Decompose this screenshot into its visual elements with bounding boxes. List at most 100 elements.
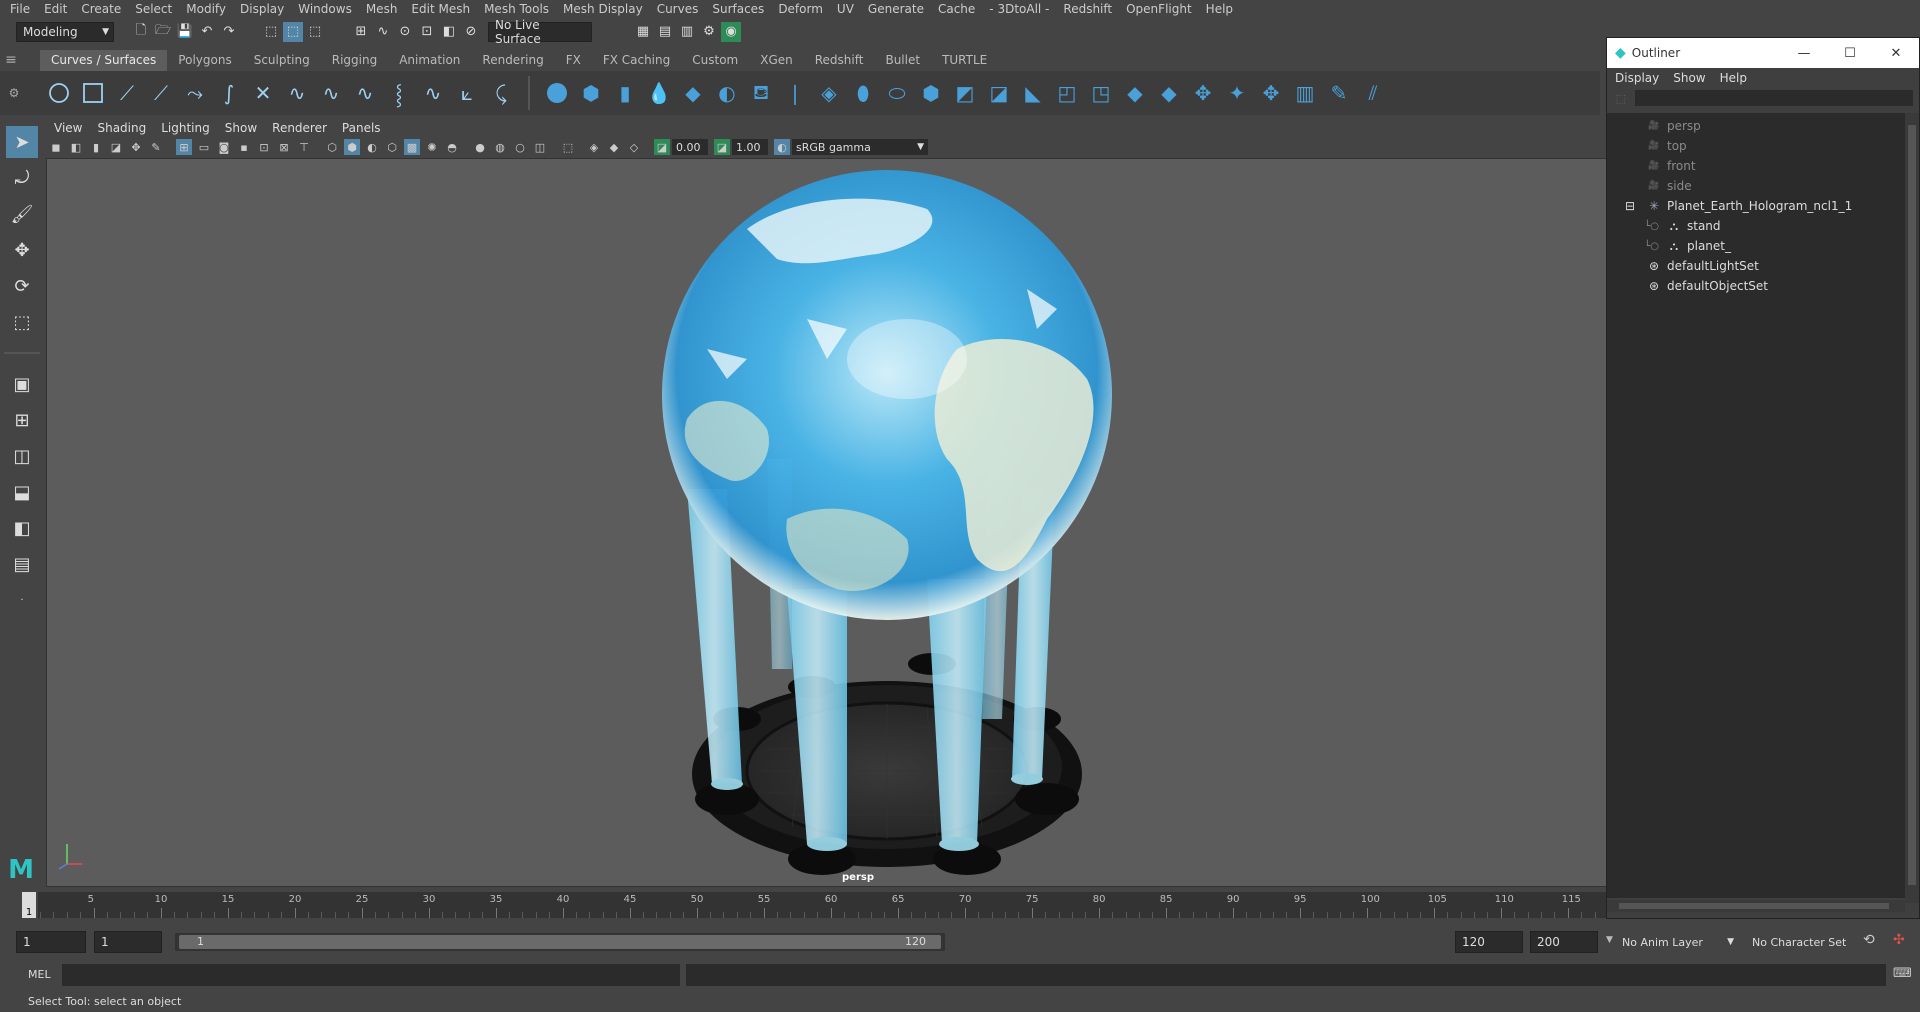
cv-curve-icon[interactable]: ⟋: [113, 79, 141, 107]
animation-end-field[interactable]: 200: [1530, 931, 1598, 953]
outliner-hscrollbar[interactable]: [1607, 900, 1905, 912]
menu-modify[interactable]: Modify: [186, 2, 226, 16]
command-input[interactable]: [62, 964, 680, 986]
scale-tool-icon[interactable]: ⬚: [6, 306, 38, 338]
boundary-icon[interactable]: ◩: [951, 79, 979, 107]
undo-icon[interactable]: ↶: [197, 22, 217, 42]
persp-graph-layout-icon[interactable]: ⬓: [6, 476, 38, 508]
fillet-icon[interactable]: ⫽: [1359, 79, 1387, 107]
shelf-tab-fx[interactable]: FX: [555, 50, 592, 71]
shelf-menu-icon[interactable]: ≡: [0, 52, 22, 71]
move-tool-icon[interactable]: ✥: [6, 234, 38, 266]
screen-space-ao-icon[interactable]: ●: [472, 139, 488, 155]
camera-attrs-icon[interactable]: ◧: [68, 139, 84, 155]
offset-curve-icon[interactable]: ∿: [419, 79, 447, 107]
shelf-tab-redshift[interactable]: Redshift: [804, 50, 875, 71]
snap-curve-icon[interactable]: ∿: [373, 22, 393, 42]
render-view-icon[interactable]: ▦: [633, 22, 653, 42]
select-object-icon[interactable]: ⬚: [283, 21, 303, 42]
intersect-icon[interactable]: ◳: [1087, 79, 1115, 107]
select-component-icon[interactable]: ⬚: [305, 22, 325, 42]
insert-knot-icon[interactable]: ∿: [351, 79, 379, 107]
extend-curve-icon[interactable]: ⸾: [385, 79, 413, 107]
shelf-tab-sculpting[interactable]: Sculpting: [243, 50, 321, 71]
two-d-pan-icon[interactable]: ✥: [128, 139, 144, 155]
paint-select-icon[interactable]: 🖌: [6, 198, 38, 230]
shelf-tab-fx-caching[interactable]: FX Caching: [592, 50, 681, 71]
current-frame-indicator[interactable]: 1: [22, 892, 36, 918]
motion-blur-icon[interactable]: ◍: [492, 139, 508, 155]
range-slider[interactable]: 1 120: [175, 933, 945, 951]
use-all-lights-icon[interactable]: ✺: [424, 139, 440, 155]
mode-selector[interactable]: Modeling ▼: [16, 21, 114, 42]
menu-edit[interactable]: Edit: [44, 2, 67, 16]
outliner-item[interactable]: 🎥 front: [1607, 156, 1905, 176]
detach-curve-icon[interactable]: ∿: [317, 79, 345, 107]
outliner-menu-help[interactable]: Help: [1720, 71, 1747, 85]
wireframe-on-shaded-icon[interactable]: ⬡: [384, 139, 400, 155]
select-hierarchy-icon[interactable]: ⬚: [261, 22, 281, 42]
xray-components-icon[interactable]: ◇: [626, 139, 642, 155]
snap-live-icon[interactable]: ⊘: [461, 22, 481, 42]
menu-help[interactable]: Help: [1206, 2, 1233, 16]
nurbs-cone-icon[interactable]: 💧: [645, 79, 673, 107]
pencil-curve-icon[interactable]: ∫: [215, 79, 243, 107]
extrude-icon[interactable]: ⬮: [849, 79, 877, 107]
single-perspective-layout-icon[interactable]: ▣: [6, 368, 38, 400]
menu-surfaces[interactable]: Surfaces: [712, 2, 764, 16]
anim-layer-dropdown[interactable]: No Anim Layer ▼: [1622, 931, 1734, 953]
menu-uv[interactable]: UV: [837, 2, 854, 16]
grid-icon[interactable]: ⊞: [176, 139, 192, 155]
isolate-select-icon[interactable]: ⬚: [560, 139, 576, 155]
script-editor-icon[interactable]: ⌨: [1893, 966, 1912, 981]
menu-cache[interactable]: Cache: [938, 2, 975, 16]
character-set-dropdown[interactable]: No Character Set: [1752, 931, 1862, 953]
add-points-icon[interactable]: ⤹: [487, 79, 515, 107]
smooth-shade-icon[interactable]: ⬢: [344, 139, 360, 155]
outliner-menu-display[interactable]: Display: [1615, 71, 1659, 85]
gamma-field[interactable]: 1.00: [732, 139, 768, 155]
menu-file[interactable]: File: [10, 2, 30, 16]
nurbs-sphere-icon[interactable]: [543, 79, 571, 107]
perspective-viewport[interactable]: persp: [46, 158, 1607, 887]
range-slider-handle[interactable]: [179, 935, 941, 949]
command-language-label[interactable]: MEL: [28, 968, 51, 981]
collapse-icon[interactable]: ⊟: [1625, 199, 1635, 213]
live-surface-field[interactable]: No Live Surface: [488, 18, 592, 46]
outliner-item[interactable]: └○ ⛬ planet_: [1607, 236, 1905, 256]
outliner-item[interactable]: └○ ⛬ stand: [1607, 216, 1905, 236]
nurbs-circle-icon[interactable]: [45, 79, 73, 107]
depth-of-field-icon[interactable]: ◫: [532, 139, 548, 155]
menu-3dtoall[interactable]: - 3DtoAll -: [989, 2, 1049, 16]
menu-windows[interactable]: Windows: [298, 2, 352, 16]
viewport-menu-show[interactable]: Show: [225, 121, 257, 135]
menu-edit-mesh[interactable]: Edit Mesh: [411, 2, 470, 16]
outliner-item[interactable]: ⊟ ✳ Planet_Earth_Hologram_ncl1_1: [1607, 196, 1905, 216]
project-curve-icon[interactable]: ◆: [1121, 79, 1149, 107]
outliner-search-input[interactable]: [1635, 90, 1913, 106]
bevel-plus-icon[interactable]: ⬢: [917, 79, 945, 107]
new-scene-icon[interactable]: 🗋: [131, 22, 151, 42]
menu-generate[interactable]: Generate: [868, 2, 924, 16]
grease-pencil-icon[interactable]: ✎: [148, 139, 164, 155]
outliner-item[interactable]: 🎥 top: [1607, 136, 1905, 156]
sculpt-tool-icon[interactable]: ✎: [1325, 79, 1353, 107]
viewport-menu-panels[interactable]: Panels: [342, 121, 381, 135]
image-plane-icon[interactable]: ◪: [108, 139, 124, 155]
color-management-icon[interactable]: ◐: [774, 139, 790, 155]
open-close-icon[interactable]: ✥: [1257, 79, 1285, 107]
animation-prefs-icon[interactable]: ✣: [1893, 932, 1905, 948]
untrim-icon[interactable]: ◰: [1053, 79, 1081, 107]
viewport-menu-renderer[interactable]: Renderer: [272, 121, 327, 135]
revolve-icon[interactable]: ⛾: [747, 79, 775, 107]
outliner-menu-show[interactable]: Show: [1673, 71, 1705, 85]
snap-view-icon[interactable]: ⊡: [417, 22, 437, 42]
xray-icon[interactable]: ◈: [586, 139, 602, 155]
birail-icon[interactable]: ⬭: [883, 79, 911, 107]
shelf-tab-curves-surfaces[interactable]: Curves / Surfaces: [40, 50, 168, 71]
loft-icon[interactable]: ❘: [781, 79, 809, 107]
open-scene-icon[interactable]: 🗁: [153, 22, 173, 42]
nurbs-plane-icon[interactable]: ◆: [679, 79, 707, 107]
rebuild-curve-icon[interactable]: ⟀: [453, 79, 481, 107]
resolution-gate-icon[interactable]: ◙: [216, 139, 232, 155]
